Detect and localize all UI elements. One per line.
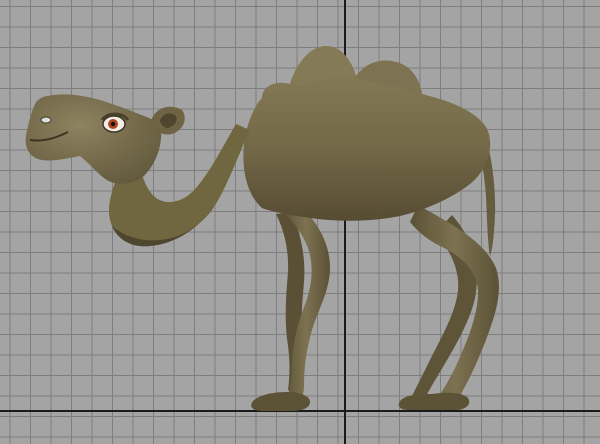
camel-back-foot [398, 392, 470, 410]
3d-viewport[interactable] [0, 0, 600, 444]
camel-nostril [40, 116, 52, 124]
camel-front-foot [251, 392, 310, 411]
camel-pupil [110, 121, 116, 127]
camel-model[interactable] [0, 0, 600, 444]
